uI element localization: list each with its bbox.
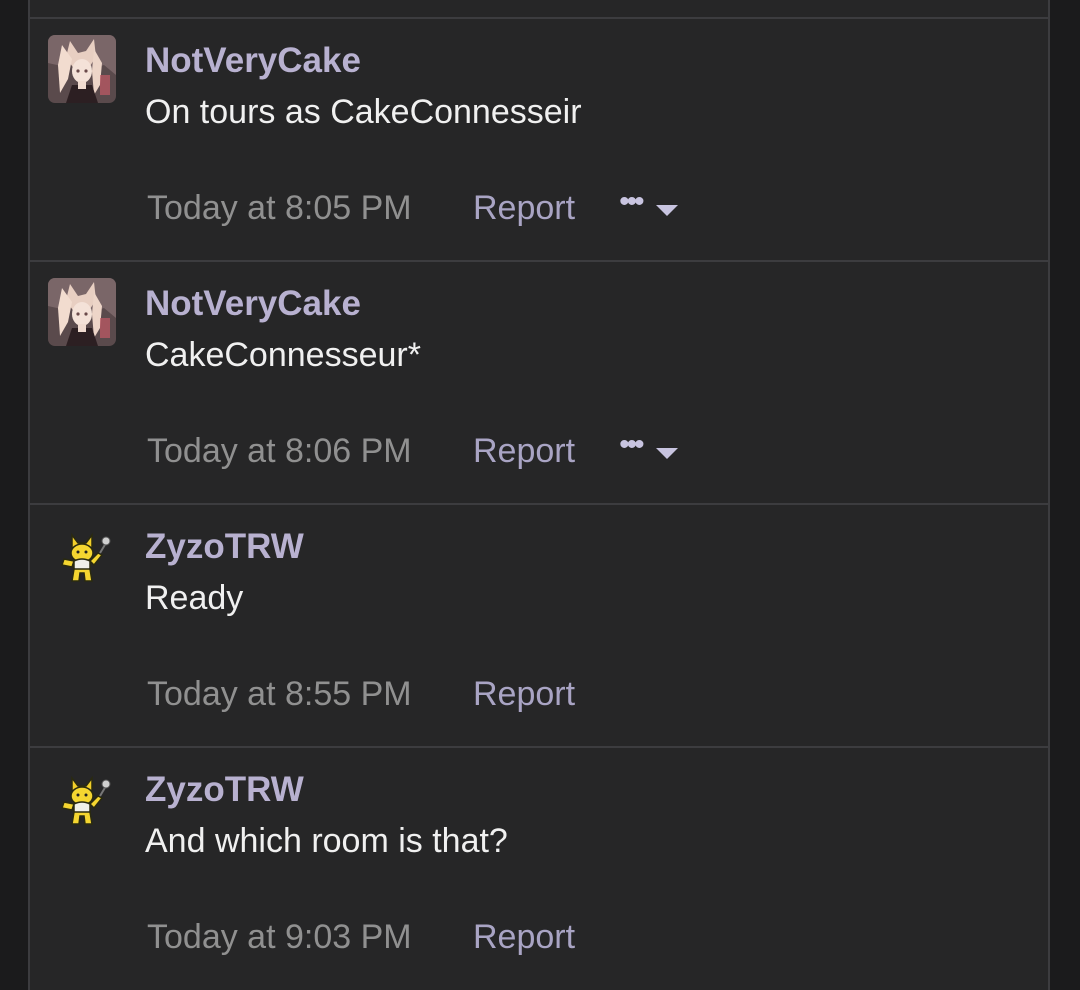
more-menu-button[interactable]: ••• [619, 187, 678, 217]
ellipsis-icon: ••• [619, 428, 644, 461]
message-post: ZyzoTRW Ready Today at 8:55 PM Report [30, 503, 1048, 746]
hypno-sprite-avatar-icon [61, 775, 111, 825]
timestamp[interactable]: Today at 9:03 PM [147, 918, 473, 957]
avatar[interactable] [48, 35, 116, 103]
message-meta: Today at 8:55 PM Report [147, 674, 575, 714]
timestamp[interactable]: Today at 8:55 PM [147, 675, 473, 714]
ellipsis-icon: ••• [619, 185, 644, 218]
report-button[interactable]: Report [473, 189, 575, 228]
avatar[interactable] [52, 772, 112, 832]
message-text: On tours as CakeConnesseir [145, 93, 582, 131]
avatar[interactable] [48, 278, 116, 346]
message-text: CakeConnesseur* [145, 336, 421, 374]
username[interactable]: NotVeryCake [145, 284, 361, 324]
more-menu-button[interactable]: ••• [619, 430, 678, 460]
message-text: And which room is that? [145, 822, 508, 860]
message-thread: NotVeryCake On tours as CakeConnesseir T… [28, 0, 1050, 990]
hypno-sprite-avatar-icon [61, 532, 111, 582]
message-text: Ready [145, 579, 244, 617]
caret-down-icon [655, 447, 678, 459]
message-post: NotVeryCake CakeConnesseur* Today at 8:0… [30, 260, 1048, 503]
message-meta: Today at 8:06 PM Report ••• [147, 430, 678, 471]
message-meta: Today at 9:03 PM Report [147, 917, 575, 957]
avatar[interactable] [52, 529, 112, 589]
message-post: NotVeryCake On tours as CakeConnesseir T… [30, 17, 1048, 260]
caret-down-icon [655, 204, 678, 216]
username[interactable]: NotVeryCake [145, 41, 361, 81]
report-button[interactable]: Report [473, 675, 575, 714]
message-meta: Today at 8:05 PM Report ••• [147, 187, 678, 228]
timestamp[interactable]: Today at 8:05 PM [147, 189, 473, 228]
report-button[interactable]: Report [473, 432, 575, 471]
timestamp[interactable]: Today at 8:06 PM [147, 432, 473, 471]
anime-girl-avatar-icon [48, 35, 116, 103]
username[interactable]: ZyzoTRW [145, 770, 304, 810]
anime-girl-avatar-icon [48, 278, 116, 346]
report-button[interactable]: Report [473, 918, 575, 957]
message-post: ZyzoTRW And which room is that? Today at… [30, 746, 1048, 989]
username[interactable]: ZyzoTRW [145, 527, 304, 567]
